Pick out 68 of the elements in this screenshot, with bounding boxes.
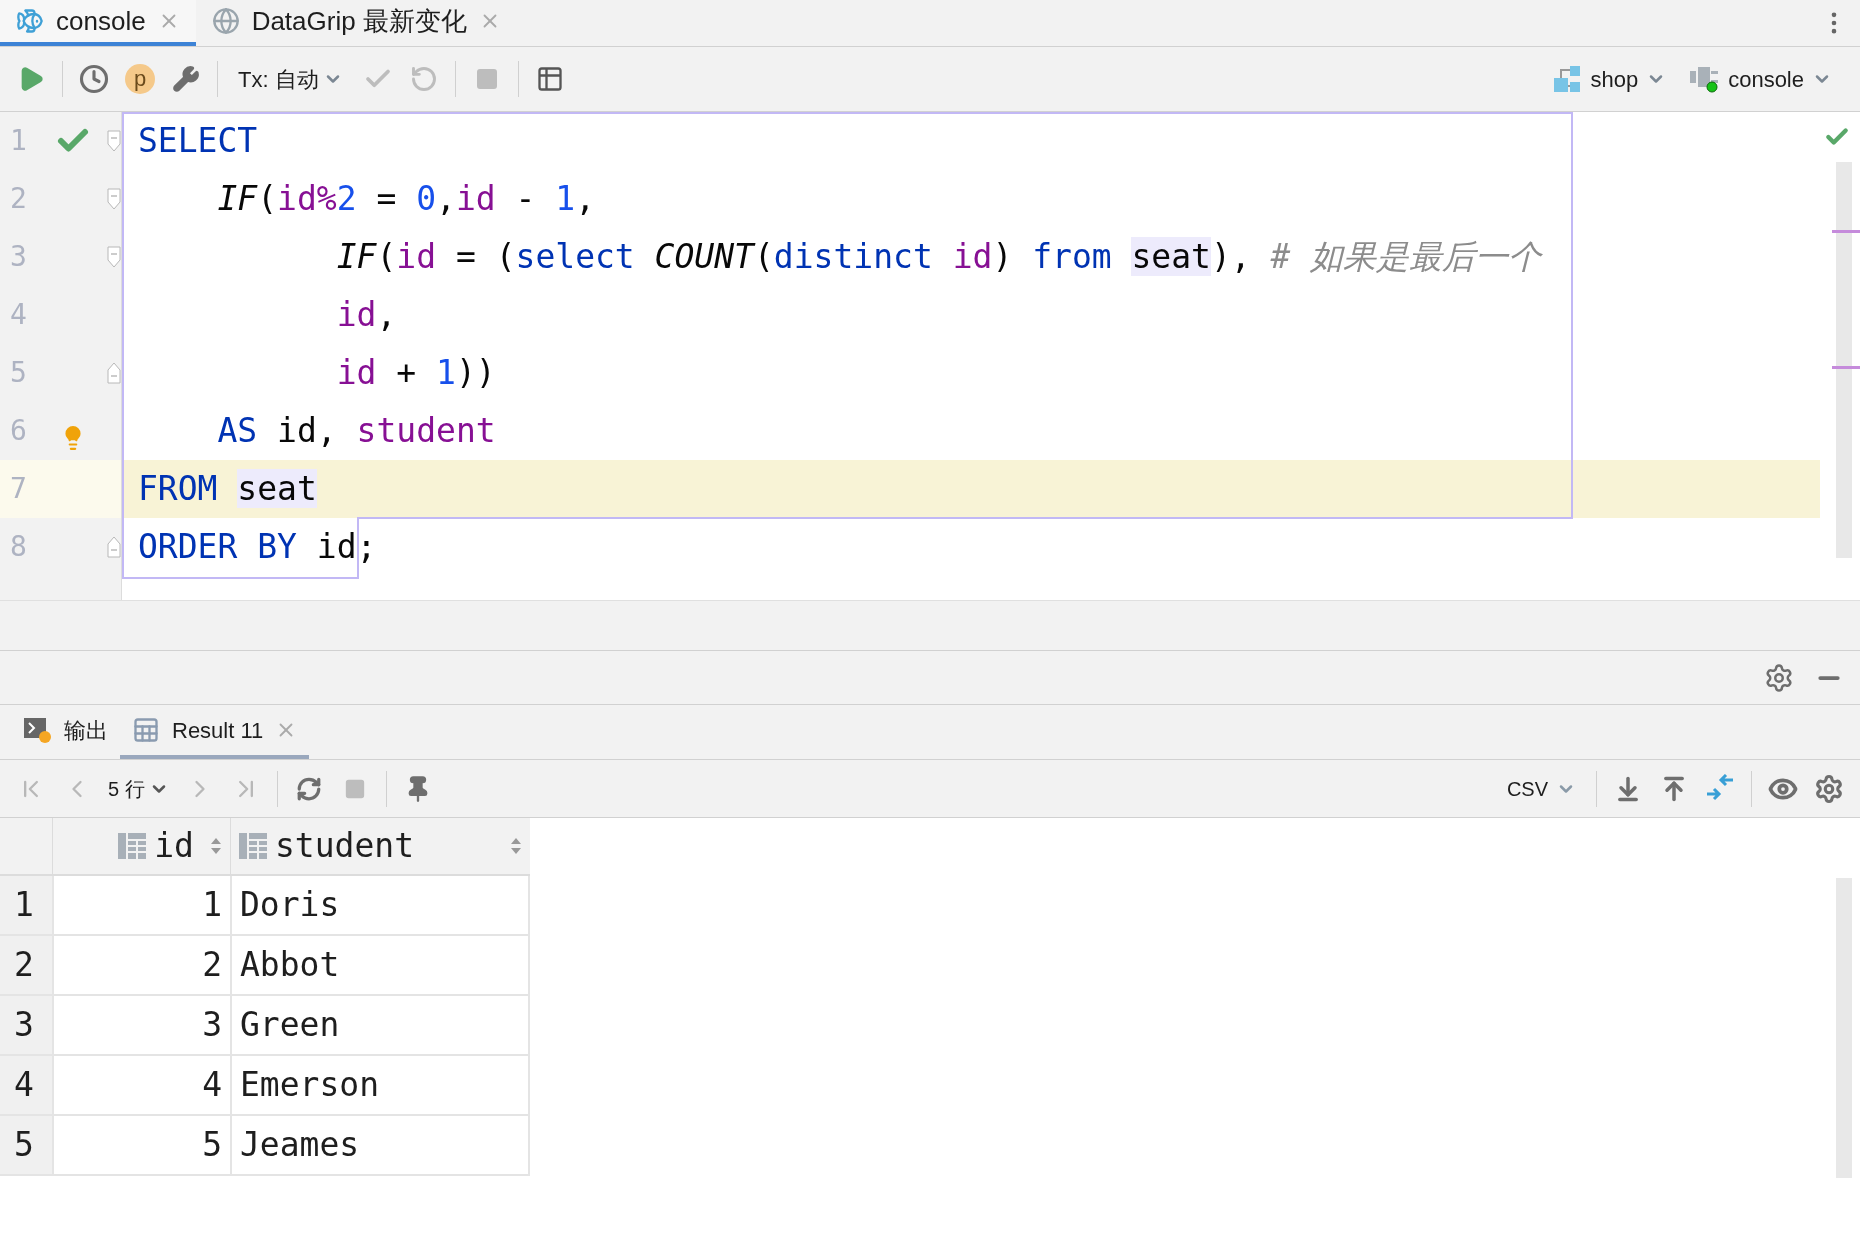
fold-icon[interactable] [107, 188, 121, 210]
table-cell: Green [230, 996, 530, 1054]
code-line: id + 1)) [335, 352, 496, 394]
fold-icon[interactable] [107, 362, 121, 384]
code-line: ORDER BY id; [138, 526, 377, 568]
export-format-dropdown[interactable]: CSV [1494, 773, 1588, 804]
schema-dropdown[interactable]: shop [1542, 62, 1679, 96]
undo-icon [409, 65, 438, 93]
row-number: 4 [0, 1056, 52, 1114]
line-number: 6 [9, 413, 28, 449]
table-cell: 2 [52, 936, 230, 994]
line-number: 2 [9, 181, 28, 217]
table-cell: Jeames [230, 1116, 530, 1174]
code-line: AS id, student [216, 410, 496, 452]
line-number: 4 [9, 297, 28, 333]
error-stripe-mark [1832, 230, 1860, 233]
stop-icon [474, 67, 499, 91]
line-number: 1 [9, 123, 28, 159]
error-stripe-mark [1832, 366, 1860, 369]
line-number: 3 [9, 239, 28, 275]
column-icon [239, 833, 267, 859]
row-number: 2 [0, 936, 52, 994]
code-line: SELECT [138, 120, 258, 162]
fold-icon[interactable] [107, 536, 121, 558]
line-number: 5 [9, 355, 28, 391]
stop-icon [343, 777, 366, 800]
settings-icon[interactable] [1764, 662, 1794, 693]
wrench-icon [172, 65, 200, 93]
editor-tab[interactable]: console [0, 0, 196, 46]
code-line: IF(id = (select COUNT(distinct id) from seat), # 如果是最后一个 [335, 236, 1542, 278]
line-number: 7 [9, 471, 28, 507]
table-icon [535, 65, 564, 93]
schema-icon [1554, 66, 1583, 92]
sort-icon[interactable] [510, 836, 522, 856]
transaction-dropdown[interactable]: Tx: 自动 [226, 62, 355, 96]
column-header[interactable]: student [230, 818, 530, 874]
clock-icon [79, 64, 109, 94]
sort-icon[interactable] [210, 836, 222, 856]
plug-icon [1690, 65, 1721, 93]
fold-icon[interactable] [107, 130, 121, 152]
row-number: 5 [0, 1116, 52, 1174]
column-icon [118, 833, 147, 859]
console-icon [24, 716, 52, 744]
fish-icon [16, 7, 44, 35]
page-size-dropdown[interactable]: 5 行 [100, 773, 177, 804]
editor-tab[interactable]: DataGrip 最新变化 [195, 0, 517, 46]
fold-icon[interactable] [107, 246, 121, 268]
table-cell: Emerson [230, 1056, 530, 1114]
table-cell: Doris [230, 876, 530, 934]
table-cell: 5 [52, 1116, 230, 1174]
table-cell: 3 [52, 996, 230, 1054]
row-number: 3 [0, 996, 52, 1054]
code-line: IF(id%2 = 0,id - 1, [216, 178, 596, 220]
refresh-icon [295, 775, 322, 802]
code-line: id, [335, 294, 397, 336]
column-header[interactable]: id [52, 818, 230, 874]
profile-button[interactable]: p [125, 64, 155, 94]
table-cell: 4 [52, 1056, 230, 1114]
table-cell: Abbot [230, 936, 530, 994]
table-cell: 1 [52, 876, 230, 934]
table-icon [132, 716, 160, 744]
code-line: FROM seat [138, 468, 317, 510]
globe-icon [211, 7, 240, 35]
line-number: 8 [9, 529, 28, 565]
settings-icon [1814, 773, 1844, 804]
session-dropdown[interactable]: console [1678, 62, 1844, 96]
result-tab[interactable]: 输出 [12, 705, 120, 759]
row-number: 1 [0, 876, 52, 934]
